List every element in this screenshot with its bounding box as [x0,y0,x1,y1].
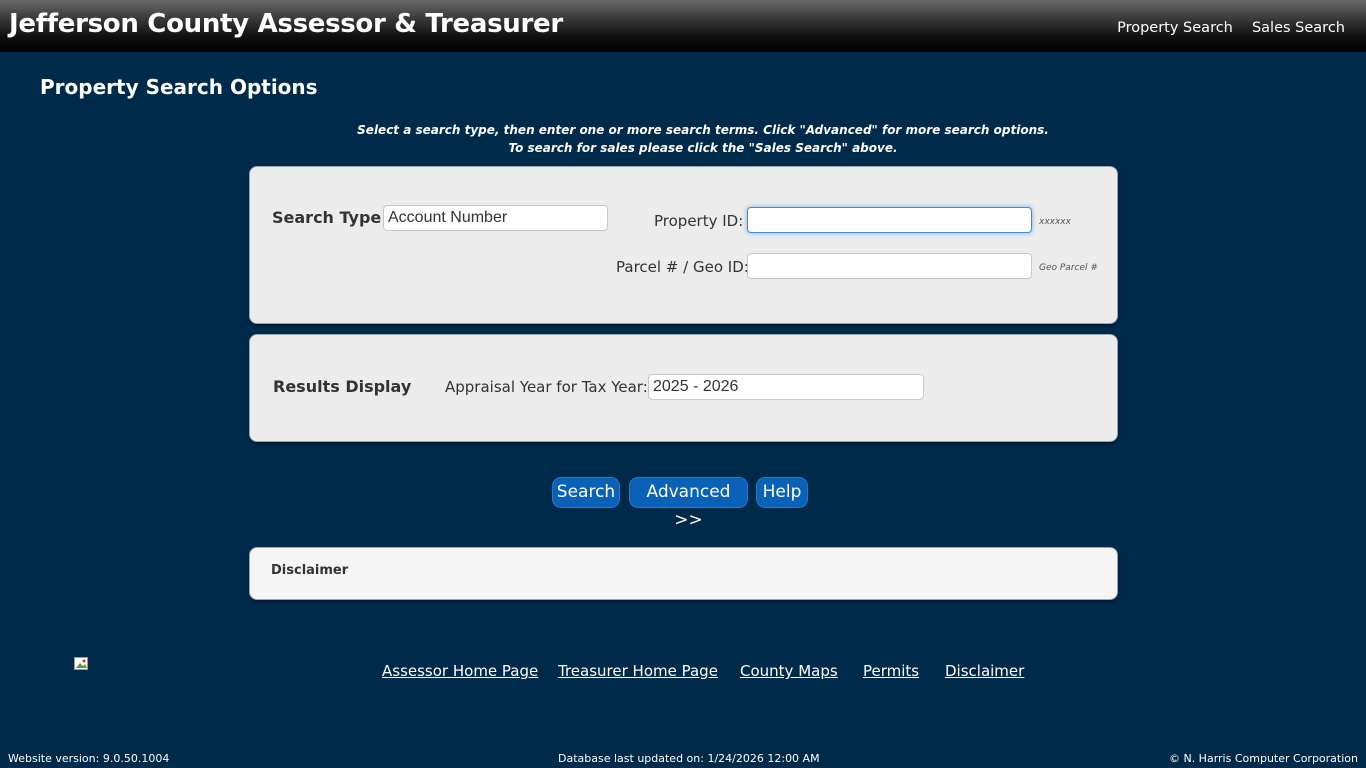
search-type-label: Search Type: [272,208,388,227]
top-nav: Property Search Sales Search [1103,17,1345,36]
database-updated: Database last updated on: 1/24/2026 12:0… [558,752,820,765]
instructions-line-1: Select a search type, then enter one or … [357,123,1049,137]
search-type-select[interactable]: Account Number [383,205,608,231]
footer-link-county-maps[interactable]: County Maps [740,662,838,680]
footer-link-permits[interactable]: Permits [863,662,919,680]
broken-image-icon [74,657,88,670]
copyright: © N. Harris Computer Corporation [1168,752,1358,765]
property-id-label: Property ID: [654,212,744,230]
property-id-input[interactable] [747,207,1032,233]
instructions-line-2: To search for sales please click the "Sa… [508,141,898,155]
site-header: Jefferson County Assessor & Treasurer Pr… [0,0,1366,52]
parcel-geo-id-label: Parcel # / Geo ID: [616,258,749,276]
search-panel: Search Type: Account Number Property ID:… [249,166,1118,324]
footer-link-treasurer-home[interactable]: Treasurer Home Page [558,662,718,680]
page-scrollbar[interactable] [1362,52,1366,768]
disclaimer-title: Disclaimer [271,563,349,578]
property-id-hint: xxxxxx [1039,217,1071,227]
nav-sales-search[interactable]: Sales Search [1252,20,1345,36]
footer-link-disclaimer[interactable]: Disclaimer [945,662,1024,680]
footer-link-assessor-home[interactable]: Assessor Home Page [382,662,538,680]
parcel-hint: Geo Parcel # [1039,263,1098,273]
parcel-geo-id-input[interactable] [747,253,1032,279]
search-button[interactable]: Search [552,477,620,508]
appraisal-year-label: Appraisal Year for Tax Year: [445,378,648,396]
help-button[interactable]: Help [756,477,808,508]
appraisal-year-select[interactable]: 2025 - 2026 [648,374,924,400]
search-instructions: Select a search type, then enter one or … [270,121,1136,157]
website-version: Website version: 9.0.50.1004 [8,752,170,765]
disclaimer-panel[interactable]: Disclaimer [249,547,1118,600]
nav-property-search[interactable]: Property Search [1117,20,1233,36]
advanced-button[interactable]: Advanced >> [629,477,748,530]
page-title: Property Search Options [40,75,318,99]
results-display-title: Results Display [273,377,412,396]
action-buttons: Search Advanced >> Help [0,477,1366,530]
results-display-panel: Results Display Appraisal Year for Tax Y… [249,334,1118,442]
site-title: Jefferson County Assessor & Treasurer [9,9,563,39]
